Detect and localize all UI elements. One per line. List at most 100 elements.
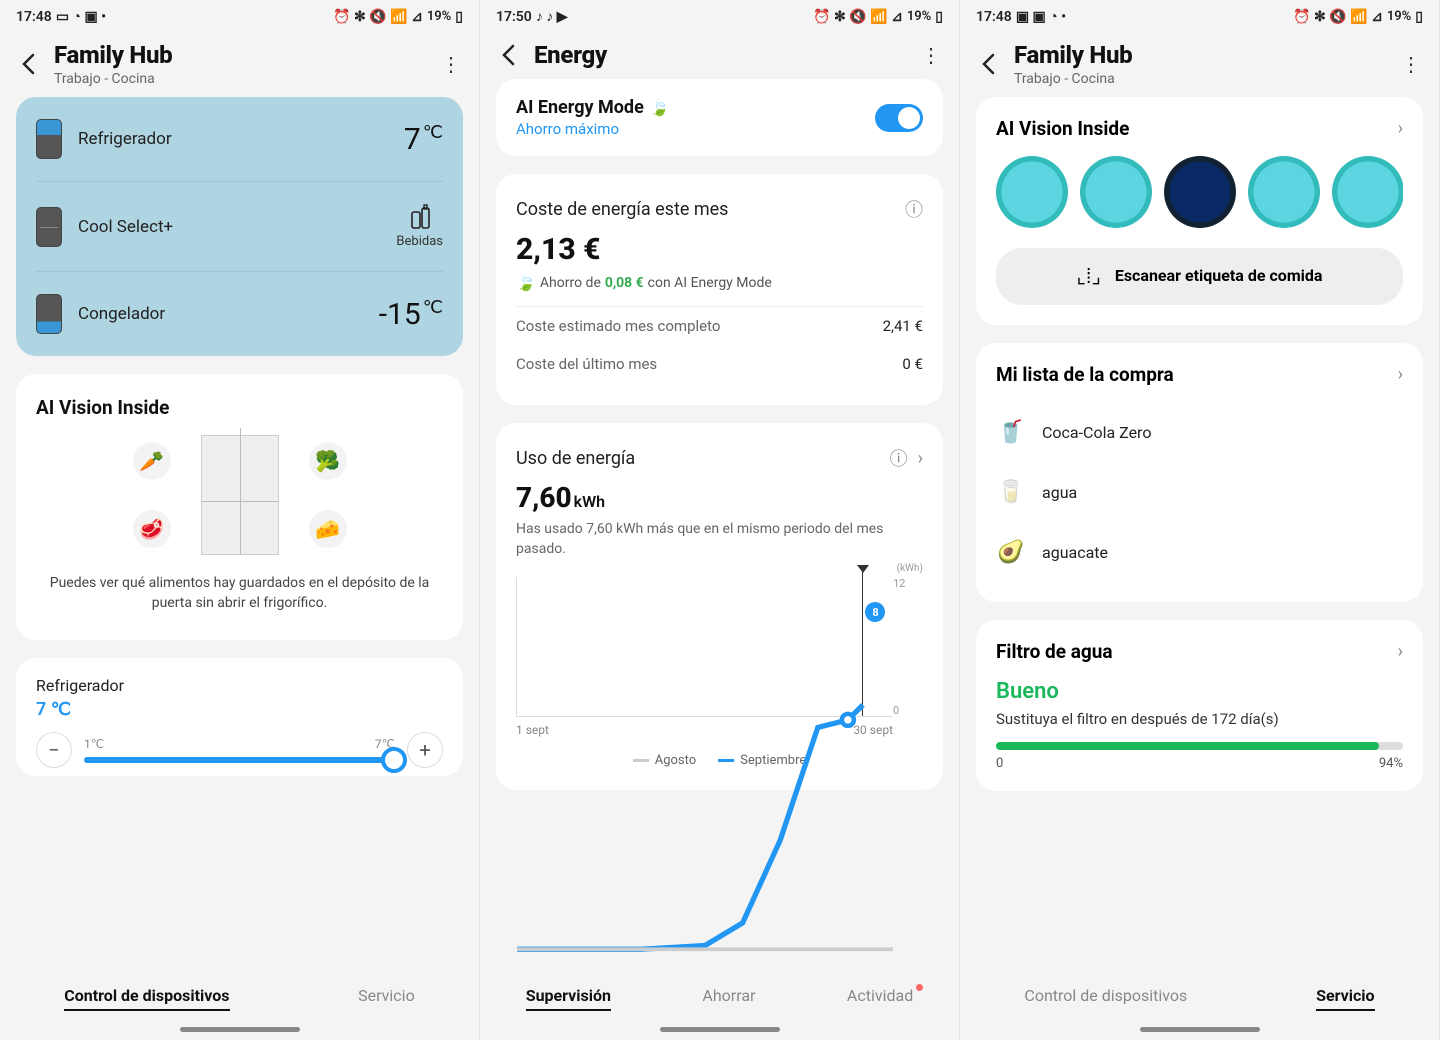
vision-thumb[interactable] bbox=[1332, 156, 1403, 228]
compartments-card[interactable]: Refrigerador 7℃ Cool Select+ Bebidas Con… bbox=[16, 97, 463, 356]
chevron-right-icon[interactable]: › bbox=[1398, 118, 1403, 139]
energy-cost-card[interactable]: Coste de energía este mes ⓘ 2,13 € 🍃Ahor… bbox=[496, 174, 943, 405]
vision-thumb[interactable] bbox=[996, 156, 1068, 228]
chevron-right-icon[interactable]: › bbox=[1398, 364, 1403, 385]
page-subtitle: Trabajo - Cocina bbox=[1014, 71, 1385, 87]
info-icon[interactable]: ⓘ bbox=[905, 196, 923, 222]
water-filter-card[interactable]: Filtro de agua › Bueno Sustituya el filt… bbox=[976, 620, 1423, 791]
back-button[interactable] bbox=[496, 43, 520, 67]
fridge-illustration-icon bbox=[201, 435, 279, 555]
tab-service[interactable]: Servicio bbox=[358, 986, 415, 1011]
x-end: 30 sept bbox=[853, 723, 893, 737]
page-title: Family Hub bbox=[54, 41, 425, 69]
ai-vision-visual: 🥕🥩 🥦🧀 bbox=[36, 435, 443, 555]
filter-desc: Sustituya el filtro en después de 172 dí… bbox=[996, 710, 1403, 728]
x-start: 1 sept bbox=[516, 723, 549, 737]
cheese-icon: 🧀 bbox=[309, 510, 347, 548]
avocado-icon: 🥑 bbox=[996, 532, 1026, 572]
app-bar: Family Hub Trabajo - Cocina ⋮ bbox=[960, 29, 1439, 97]
screen-family-hub-service: 17:48 ▣ ▣ ◔ • ⏰ ✻ 🔇 📶 ⊿19%▯ Family Hub T… bbox=[960, 0, 1440, 1040]
list-item[interactable]: 🥑aguacate bbox=[996, 522, 1403, 582]
filter-pct: 94% bbox=[1379, 756, 1403, 771]
tab-actividad[interactable]: Actividad bbox=[847, 986, 913, 1011]
home-indicator[interactable] bbox=[660, 1027, 780, 1032]
cost-estimate-row: Coste estimado mes completo2,41 € bbox=[516, 307, 923, 345]
ai-energy-sub: Ahorro máximo bbox=[516, 120, 875, 138]
screen-family-hub-control: 17:48 ▭ ◔ ▣ • ⏰ ✻ 🔇 📶 ⊿19%▯ Family Hub T… bbox=[0, 0, 480, 1040]
app-bar: Energy ⋮ bbox=[480, 29, 959, 79]
y-unit: (kWh) bbox=[897, 563, 923, 574]
more-menu-button[interactable]: ⋮ bbox=[1399, 52, 1423, 76]
leaf-icon: 🍃 bbox=[650, 98, 670, 117]
status-icons-left: ♪ ♪ ▶ bbox=[536, 8, 568, 25]
tab-device-control[interactable]: Control de dispositivos bbox=[1024, 986, 1187, 1011]
vision-thumbnails[interactable] bbox=[996, 156, 1403, 228]
status-time: 17:48 bbox=[976, 9, 1012, 25]
freezer-temp: -15℃ bbox=[379, 297, 443, 332]
cost-value: 2,13 € bbox=[516, 232, 923, 267]
tab-ahorrar[interactable]: Ahorrar bbox=[702, 986, 755, 1011]
home-indicator[interactable] bbox=[1140, 1027, 1260, 1032]
refrigerator-label: Refrigerador bbox=[78, 129, 404, 149]
status-bar: 17:48 ▭ ◔ ▣ • ⏰ ✻ 🔇 📶 ⊿19%▯ bbox=[0, 0, 479, 29]
coolselect-label: Cool Select+ bbox=[78, 217, 396, 237]
ai-vision-card[interactable]: AI Vision Inside 🥕🥩 🥦🧀 Puedes ver qué al… bbox=[16, 374, 463, 640]
energy-usage-card[interactable]: Uso de energía ⓘ › 7,60kWh Has usado 7,6… bbox=[496, 423, 943, 790]
app-bar: Family Hub Trabajo - Cocina ⋮ bbox=[0, 29, 479, 97]
temp-increase-button[interactable]: + bbox=[407, 732, 443, 768]
temp-decrease-button[interactable]: − bbox=[36, 732, 72, 768]
shopping-list-card[interactable]: Mi lista de la compra › 🥤Coca-Cola Zero … bbox=[976, 343, 1423, 602]
carrot-icon: 🥕 bbox=[133, 442, 171, 480]
freezer-label: Congelador bbox=[78, 304, 379, 324]
shopping-list-title: Mi lista de la compra bbox=[996, 363, 1398, 386]
slider-thumb[interactable] bbox=[381, 747, 407, 773]
vision-thumb[interactable] bbox=[1080, 156, 1152, 228]
info-icon[interactable]: ⓘ bbox=[890, 445, 908, 471]
back-button[interactable] bbox=[976, 52, 1000, 76]
usage-chart: (kWh) 120 8 1 sept30 sept bbox=[516, 577, 923, 747]
y-min: 0 bbox=[893, 704, 899, 717]
tab-service[interactable]: Servicio bbox=[1316, 986, 1374, 1011]
home-indicator[interactable] bbox=[180, 1027, 300, 1032]
y-max: 12 bbox=[893, 577, 905, 590]
coolselect-mode: Bebidas bbox=[396, 234, 443, 249]
cost-title: Coste de energía este mes bbox=[516, 199, 895, 220]
tab-supervision[interactable]: Supervisión bbox=[526, 986, 611, 1011]
ai-energy-mode-card[interactable]: AI Energy Mode🍃 Ahorro máximo bbox=[496, 79, 943, 156]
scan-label-button[interactable]: ⌞⁞⌟ Escanear etiqueta de comida bbox=[996, 248, 1403, 305]
status-icons-left: ▭ ◔ ▣ • bbox=[56, 8, 106, 25]
filter-min: 0 bbox=[996, 756, 1003, 771]
status-icons-right: ⏰ ✻ 🔇 📶 ⊿ bbox=[333, 9, 423, 25]
coolselect-row[interactable]: Cool Select+ Bebidas bbox=[36, 182, 443, 272]
battery-pct: 19% bbox=[427, 9, 451, 24]
chevron-right-icon[interactable]: › bbox=[1398, 641, 1403, 662]
freezer-row[interactable]: Congelador -15℃ bbox=[36, 272, 443, 356]
page-title: Energy bbox=[534, 41, 905, 69]
more-menu-button[interactable]: ⋮ bbox=[919, 43, 943, 67]
coolselect-icon bbox=[36, 207, 62, 247]
status-icons-right: ⏰ ✻ 🔇 📶 ⊿ bbox=[813, 9, 903, 25]
broccoli-icon: 🥦 bbox=[309, 442, 347, 480]
ai-vision-title: AI Vision Inside bbox=[36, 396, 443, 419]
filter-status: Bueno bbox=[996, 679, 1403, 704]
water-icon: 🥛 bbox=[996, 472, 1026, 512]
usage-value: 7,60kWh bbox=[516, 481, 923, 514]
list-item[interactable]: 🥤Coca-Cola Zero bbox=[996, 402, 1403, 462]
beverage-icon bbox=[406, 204, 434, 232]
status-icons-left: ▣ ▣ ◔ • bbox=[1016, 8, 1066, 25]
refrigerator-row[interactable]: Refrigerador 7℃ bbox=[36, 97, 443, 182]
vision-thumb[interactable] bbox=[1164, 156, 1236, 228]
ai-vision-desc: Puedes ver qué alimentos hay guardados e… bbox=[36, 573, 443, 614]
tab-device-control[interactable]: Control de dispositivos bbox=[64, 986, 229, 1011]
coke-icon: 🥤 bbox=[996, 412, 1026, 452]
usage-title: Uso de energía bbox=[516, 448, 880, 469]
list-item[interactable]: 🥛agua bbox=[996, 462, 1403, 522]
back-button[interactable] bbox=[16, 52, 40, 76]
more-menu-button[interactable]: ⋮ bbox=[439, 52, 463, 76]
status-time: 17:50 bbox=[496, 9, 532, 25]
temp-slider[interactable]: 1℃7℃ bbox=[84, 737, 395, 763]
chevron-right-icon[interactable]: › bbox=[918, 448, 923, 469]
battery-pct: 19% bbox=[1387, 9, 1411, 24]
ai-energy-toggle[interactable] bbox=[875, 104, 923, 132]
vision-thumb[interactable] bbox=[1248, 156, 1320, 228]
